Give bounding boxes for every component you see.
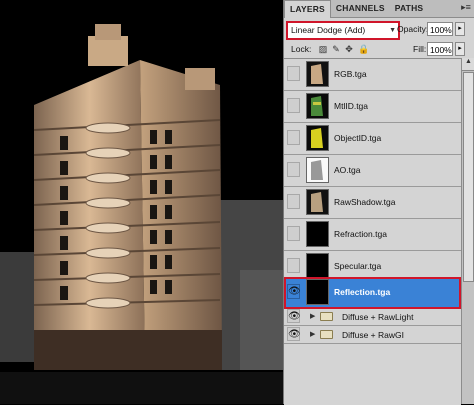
layer-mtlid[interactable]: MtlID.tga bbox=[284, 91, 461, 123]
layer-thumbnail bbox=[306, 157, 329, 183]
layer-name[interactable]: ObjectID.tga bbox=[334, 133, 381, 143]
layer-reflection[interactable]: 👁 Reflection.tga bbox=[284, 277, 461, 309]
layer-rgb[interactable]: RGB.tga bbox=[284, 59, 461, 91]
layer-name[interactable]: Reflection.tga bbox=[334, 287, 390, 297]
layer-name[interactable]: Refraction.tga bbox=[334, 229, 387, 239]
blend-mode-value: Linear Dodge (Add) bbox=[291, 25, 366, 35]
visibility-toggle[interactable] bbox=[287, 130, 300, 145]
layer-name[interactable]: RGB.tga bbox=[334, 69, 367, 79]
tab-paths[interactable]: PATHS bbox=[390, 0, 429, 17]
layer-thumbnail bbox=[306, 61, 329, 87]
layer-name[interactable]: AO.tga bbox=[334, 165, 360, 175]
group-name[interactable]: Diffuse + RawGI bbox=[342, 330, 404, 340]
scroll-up-arrow-icon[interactable]: ▲ bbox=[462, 58, 474, 71]
chevron-down-icon: ▼ bbox=[389, 27, 396, 34]
visibility-toggle[interactable] bbox=[287, 98, 300, 113]
visibility-toggle[interactable] bbox=[287, 258, 300, 273]
lock-image-icon[interactable]: ✎ bbox=[331, 44, 341, 54]
fill-slider-button[interactable]: ▸ bbox=[455, 42, 465, 56]
blend-row: Linear Dodge (Add) ▼ Opacity: 100% ▸ bbox=[284, 20, 474, 40]
layer-name[interactable]: MtlID.tga bbox=[334, 101, 368, 111]
lock-row: Lock: ▨ ✎ ✥ 🔒 Fill: 100% ▸ bbox=[284, 41, 474, 58]
layers-panel: LAYERS CHANNELS PATHS ▸≡ Linear Dodge (A… bbox=[283, 0, 474, 405]
layer-name[interactable]: RawShadow.tga bbox=[334, 197, 395, 207]
eye-icon[interactable]: 👁 bbox=[287, 284, 301, 299]
visibility-toggle[interactable] bbox=[287, 226, 300, 241]
lock-transparency-icon[interactable]: ▨ bbox=[318, 44, 328, 54]
expand-triangle-icon[interactable]: ▶ bbox=[310, 330, 315, 338]
panel-menu-icon[interactable]: ▸≡ bbox=[457, 0, 474, 17]
layer-thumbnail bbox=[306, 189, 329, 215]
layers-list: RGB.tga MtlID.tga ObjectID.tga AO.tga Ra… bbox=[284, 58, 461, 405]
folder-icon bbox=[320, 330, 333, 339]
opacity-input[interactable]: 100% bbox=[427, 22, 453, 36]
canvas-viewport[interactable] bbox=[0, 0, 283, 404]
group-diffuse-rawlight[interactable]: 👁 ▶ Diffuse + RawLight bbox=[284, 308, 461, 326]
tab-channels[interactable]: CHANNELS bbox=[331, 0, 390, 17]
layer-refraction[interactable]: Refraction.tga bbox=[284, 219, 461, 251]
layer-rawshadow[interactable]: RawShadow.tga bbox=[284, 187, 461, 219]
tab-layers[interactable]: LAYERS bbox=[284, 0, 331, 18]
folder-icon bbox=[320, 312, 333, 321]
lock-all-icon[interactable]: 🔒 bbox=[358, 44, 369, 54]
lock-label: Lock: bbox=[291, 44, 312, 54]
building-render-image bbox=[0, 0, 283, 404]
layer-name[interactable]: Specular.tga bbox=[334, 261, 381, 271]
visibility-toggle[interactable] bbox=[287, 162, 300, 177]
expand-triangle-icon[interactable]: ▶ bbox=[310, 312, 315, 320]
panel-tabs: LAYERS CHANNELS PATHS ▸≡ bbox=[284, 0, 474, 18]
opacity-slider-button[interactable]: ▸ bbox=[455, 22, 465, 36]
group-name[interactable]: Diffuse + RawLight bbox=[342, 312, 413, 322]
scroll-thumb[interactable] bbox=[463, 72, 474, 282]
lock-position-icon[interactable]: ✥ bbox=[344, 44, 354, 54]
layer-thumbnail bbox=[306, 125, 329, 151]
opacity-label: Opacity: bbox=[397, 24, 429, 34]
layer-ao[interactable]: AO.tga bbox=[284, 155, 461, 187]
layer-thumbnail bbox=[306, 221, 329, 247]
layer-thumbnail bbox=[306, 279, 329, 305]
eye-icon[interactable]: 👁 bbox=[287, 327, 301, 341]
layers-scrollbar[interactable]: ▲ bbox=[461, 58, 474, 404]
blend-mode-select[interactable]: Linear Dodge (Add) ▼ bbox=[286, 21, 400, 40]
layer-thumbnail bbox=[306, 253, 329, 279]
visibility-toggle[interactable] bbox=[287, 66, 300, 81]
layer-objectid[interactable]: ObjectID.tga bbox=[284, 123, 461, 155]
visibility-toggle[interactable] bbox=[287, 194, 300, 209]
eye-icon[interactable]: 👁 bbox=[287, 309, 301, 323]
group-diffuse-rawgi[interactable]: 👁 ▶ Diffuse + RawGI bbox=[284, 326, 461, 344]
fill-input[interactable]: 100% bbox=[427, 42, 453, 56]
fill-label: Fill: bbox=[413, 44, 427, 54]
layer-thumbnail bbox=[306, 93, 329, 119]
